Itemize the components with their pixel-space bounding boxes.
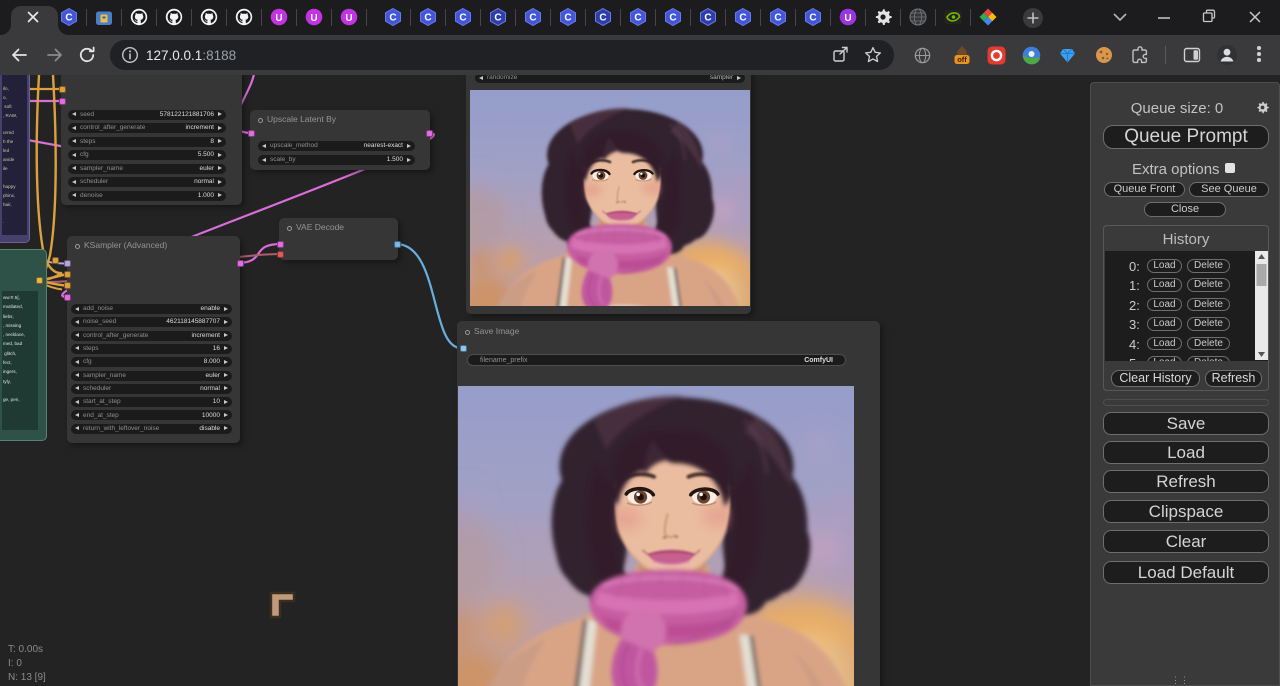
svg-text:off: off: [957, 55, 967, 64]
svg-text:U: U: [844, 13, 851, 24]
svg-text:C: C: [529, 13, 536, 24]
svg-text:U: U: [345, 13, 352, 24]
svg-text:C: C: [494, 13, 501, 24]
svg-text:C: C: [669, 13, 676, 24]
svg-text:C: C: [389, 13, 396, 24]
svg-text:C: C: [599, 13, 606, 24]
svg-text:U: U: [275, 13, 282, 24]
svg-text:C: C: [424, 13, 431, 24]
svg-text:C: C: [459, 13, 466, 24]
svg-text:C: C: [634, 13, 641, 24]
svg-text:C: C: [809, 13, 816, 24]
svg-text:C: C: [739, 13, 746, 24]
svg-text:C: C: [65, 13, 72, 24]
svg-text:U: U: [310, 13, 317, 24]
svg-text:C: C: [774, 13, 781, 24]
svg-text:C: C: [564, 13, 571, 24]
svg-text:C: C: [704, 13, 711, 24]
